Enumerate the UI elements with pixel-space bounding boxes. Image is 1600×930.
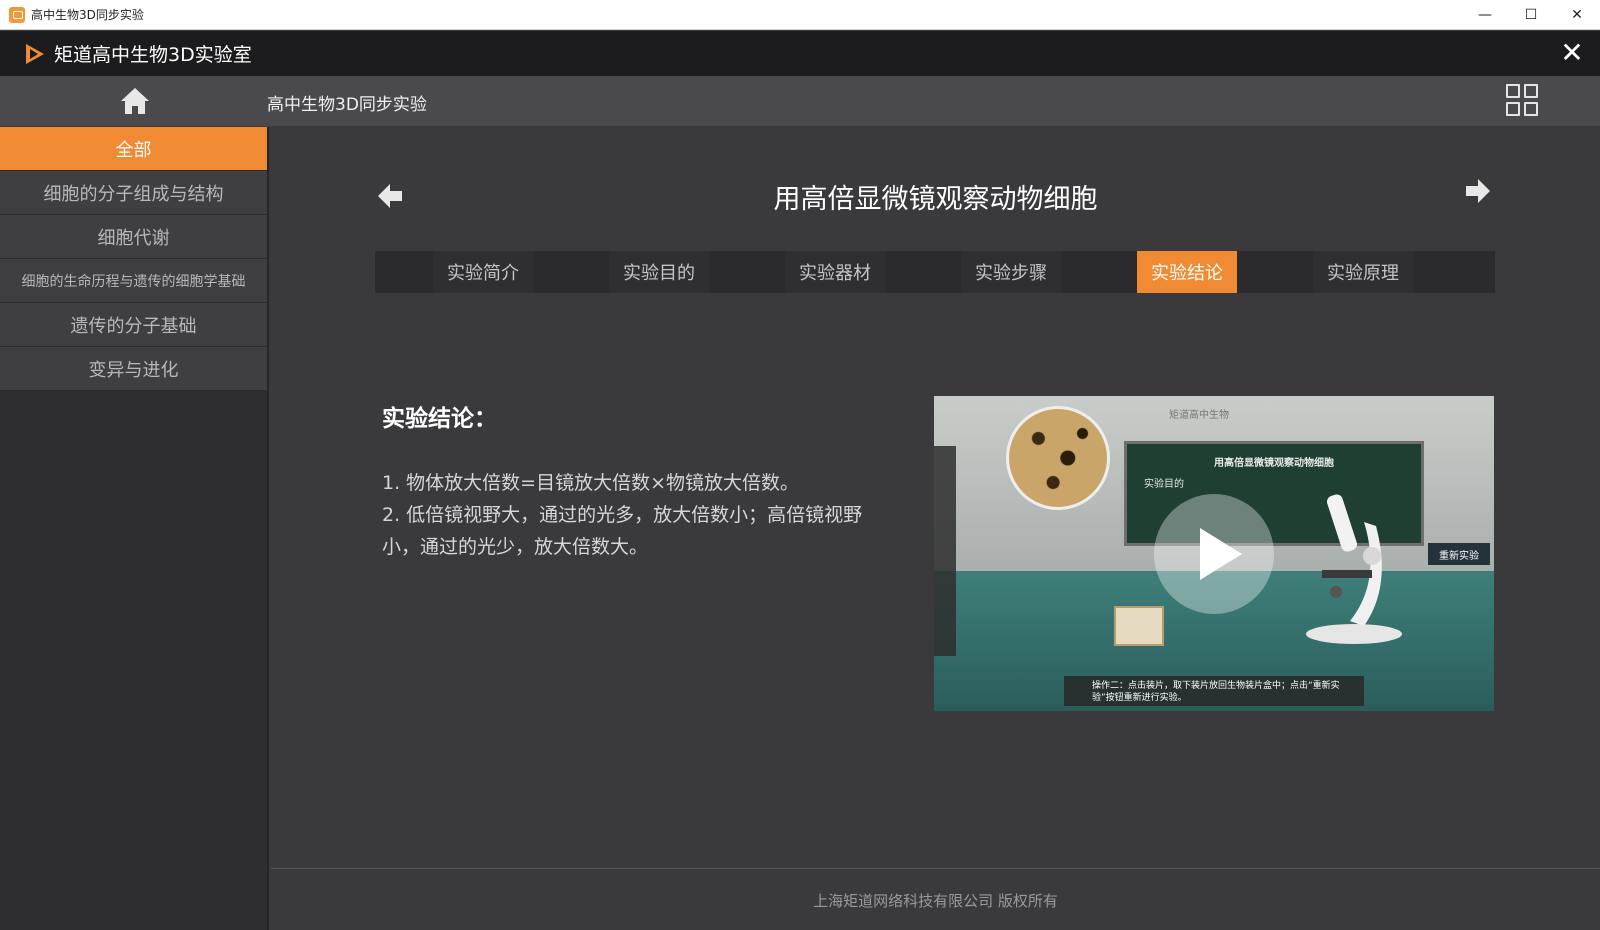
video-brand: 矩道高中生物 [1169, 410, 1229, 421]
window-controls: — ☐ ✕ [1462, 0, 1600, 30]
main-panel: 用高倍显微镜观察动物细胞 实验简介 实验目的 实验器材 实验步骤 实验结论 实验… [271, 127, 1600, 930]
minimize-button[interactable]: — [1462, 0, 1508, 30]
tab-conclusion[interactable]: 实验结论 [1137, 251, 1237, 293]
sidebar: 全部 细胞的分子组成与结构 细胞代谢 细胞的生命历程与遗传的细胞学基础 遗传的分… [0, 127, 269, 930]
blackboard-text: 用高倍显微镜观察动物细胞 实验目的 [1144, 454, 1404, 490]
tab-materials[interactable]: 实验器材 [785, 251, 885, 293]
close-icon[interactable]: ✕ [1558, 39, 1586, 67]
brand-logo-icon [24, 41, 46, 67]
experiment-tabs: 实验简介 实验目的 实验器材 实验步骤 实验结论 实验原理 [375, 251, 1495, 293]
content-line: 2. 低倍镜视野大，通过的光多，放大倍数小；高倍镜视野小，通过的光少，放大倍数大… [382, 504, 863, 558]
window-titlebar: 高中生物3D同步实验 — ☐ ✕ [0, 0, 1600, 30]
app-icon [9, 6, 25, 23]
app-header: 矩道高中生物3D实验室 ✕ [0, 31, 1600, 76]
sidebar-item-all[interactable]: 全部 [0, 127, 267, 171]
nav-title: 高中生物3D同步实验 [267, 95, 427, 115]
experiment-title: 用高倍显微镜观察动物细胞 [773, 184, 1098, 215]
grid-icon[interactable] [1506, 84, 1538, 116]
grid-cell [1524, 102, 1538, 116]
grid-cell [1506, 102, 1520, 116]
microscope-view-image [1006, 406, 1110, 510]
sidebar-item-genetics[interactable]: 遗传的分子基础 [0, 303, 267, 347]
video-toolbar [934, 446, 956, 656]
grid-cell [1506, 84, 1520, 98]
sidebar-item-evolution[interactable]: 变异与进化 [0, 347, 267, 391]
nav-bar: 高中生物3D同步实验 [0, 76, 1600, 126]
window-title: 高中生物3D同步实验 [31, 8, 144, 22]
sidebar-item-molecular-structure[interactable]: 细胞的分子组成与结构 [0, 171, 267, 215]
sidebar-item-metabolism[interactable]: 细胞代谢 [0, 215, 267, 259]
tab-purpose[interactable]: 实验目的 [609, 251, 709, 293]
arrow-right-icon[interactable] [1462, 175, 1494, 207]
tab-intro[interactable]: 实验简介 [433, 251, 533, 293]
microscope-icon [1294, 486, 1404, 646]
video-thumbnail[interactable]: 矩道高中生物 用高倍显微镜观察动物细胞 实验目的 重新实验 操作二：点击装片，取… [934, 396, 1494, 711]
restart-button: 重新实验 [1428, 543, 1490, 565]
window-close-button[interactable]: ✕ [1554, 0, 1600, 30]
footer-copyright: 上海矩道网络科技有限公司 版权所有 [813, 892, 1058, 910]
grid-cell [1524, 84, 1538, 98]
maximize-button[interactable]: ☐ [1508, 0, 1554, 30]
sidebar-item-life-history[interactable]: 细胞的生命历程与遗传的细胞学基础 [0, 259, 267, 303]
content-heading: 实验结论： [382, 406, 497, 432]
video-caption: 操作二：点击装片，取下装片放回生物装片盒中；点击“重新实验”按钮重新进行实验。 [1064, 676, 1364, 706]
tab-principle[interactable]: 实验原理 [1313, 251, 1413, 293]
content-line: 1. 物体放大倍数=目镜放大倍数×物镜放大倍数。 [382, 472, 800, 494]
tab-steps[interactable]: 实验步骤 [961, 251, 1061, 293]
play-icon[interactable] [1154, 494, 1274, 614]
home-icon[interactable] [118, 86, 152, 116]
footer-divider [271, 868, 1600, 869]
blackboard-title: 用高倍显微镜观察动物细胞 [1214, 458, 1334, 469]
app-title: 矩道高中生物3D实验室 [54, 44, 252, 66]
content-text: 1. 物体放大倍数=目镜放大倍数×物镜放大倍数。 2. 低倍镜视野大，通过的光多… [382, 467, 894, 563]
slide-box [1114, 606, 1164, 646]
